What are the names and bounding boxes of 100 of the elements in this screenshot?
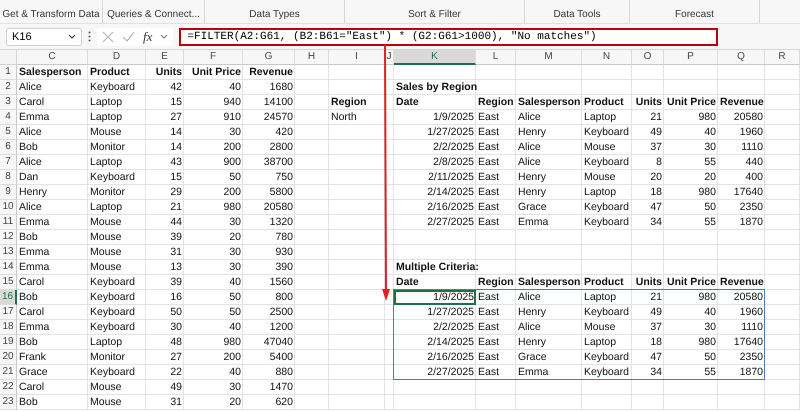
table-cell-text: Henry [18, 185, 48, 200]
table-cell-text: 47040 [262, 335, 294, 350]
table-cell-text: Mouse [89, 380, 123, 395]
column-header[interactable]: D [88, 50, 146, 65]
row-header[interactable]: 23 [0, 395, 17, 410]
table-cell-text: Alice [517, 290, 542, 305]
column-header[interactable]: H [295, 50, 329, 65]
row-header[interactable]: 20 [0, 350, 17, 365]
row-header[interactable]: 4 [0, 110, 17, 125]
column-header[interactable]: I [329, 50, 385, 65]
table-cell-text: Dan [18, 170, 40, 185]
table-cell-text: East [477, 155, 500, 170]
column-header[interactable]: N [582, 50, 632, 65]
table-cell-text: 40 [228, 320, 242, 335]
table-cell-text: East [477, 140, 500, 155]
table-cell-text: 44 [169, 215, 183, 230]
row-header[interactable]: 17 [0, 305, 17, 320]
table-cell-text: Henry [517, 305, 548, 320]
header-cell-text: Salesperson [517, 275, 582, 290]
table-cell-text: Henry [517, 335, 548, 350]
table-cell-text: East [477, 110, 500, 125]
header-cell-text: Units [634, 275, 663, 290]
column-header[interactable]: P [664, 50, 718, 65]
row-header[interactable]: 2 [0, 80, 17, 95]
table-cell-text: 20580 [732, 110, 764, 125]
column-header[interactable]: M [516, 50, 582, 65]
row-header[interactable]: 16 [0, 290, 17, 305]
table-cell-text: Keyboard [89, 170, 136, 185]
row-header[interactable]: 6 [0, 140, 17, 155]
table-cell-text: Grace [517, 350, 548, 365]
table-cell-text: 17640 [732, 185, 764, 200]
row-header[interactable]: 15 [0, 275, 17, 290]
criteria-label: Region [330, 95, 368, 110]
row-header[interactable]: 21 [0, 365, 17, 380]
table-cell-text: 24570 [262, 110, 294, 125]
row-header[interactable]: 12 [0, 230, 17, 245]
column-header[interactable]: K [394, 50, 476, 65]
column-header[interactable]: O [632, 50, 664, 65]
table-cell-text: Keyboard [89, 305, 136, 320]
table-cell-text: 2/27/2025 [426, 365, 475, 380]
row-header[interactable]: 19 [0, 335, 17, 350]
table-cell-text: 14 [169, 140, 183, 155]
header-cell-text: Revenue [719, 95, 765, 110]
table-cell-text: 780 [274, 230, 294, 245]
table-cell-text: 1110 [740, 320, 764, 335]
row-header[interactable]: 22 [0, 380, 17, 395]
row-header[interactable]: 13 [0, 245, 17, 260]
table-cell-text: 200 [222, 350, 242, 365]
more-icon[interactable] [88, 31, 91, 42]
row-header[interactable]: 18 [0, 320, 17, 335]
table-cell-text: 38700 [262, 155, 294, 170]
column-header[interactable]: F [184, 50, 243, 65]
table-cell-text: 27 [169, 350, 183, 365]
insert-function-button[interactable]: fx [143, 28, 152, 44]
column-header[interactable]: Q [718, 50, 765, 65]
table-cell-text: 30 [703, 320, 717, 335]
column-header[interactable]: R [765, 50, 800, 65]
ribbon-group-label: Sort & Filter [408, 9, 461, 20]
ribbon-group-label: Data Types [249, 9, 300, 20]
table-cell-text: Carol [18, 305, 46, 320]
row-header[interactable]: 10 [0, 200, 17, 215]
select-all-corner[interactable] [0, 50, 17, 65]
table-cell-text: 2/16/2025 [426, 200, 475, 215]
row-header[interactable]: 8 [0, 170, 17, 185]
cancel-icon[interactable] [102, 30, 114, 42]
table-cell-text: Alice [517, 155, 542, 170]
table-cell-text: 1870 [738, 365, 764, 380]
table-cell-text: 1870 [738, 215, 764, 230]
column-header[interactable]: E [146, 50, 184, 65]
table-cell-text: Keyboard [583, 125, 630, 140]
table-cell-text: 14 [169, 125, 183, 140]
table-cell-text: East [477, 350, 500, 365]
table-cell-text: Laptop [89, 110, 124, 125]
table-cell-text: 20580 [732, 290, 764, 305]
formula-field[interactable]: =FILTER(A2:G61, (B2:B61="East") * (G2:G61>1000), "No matches") [179, 28, 718, 46]
row-header[interactable]: 14 [0, 260, 17, 275]
row-header[interactable]: 11 [0, 215, 17, 230]
row-header[interactable]: 1 [0, 65, 17, 80]
table-cell-text: East [477, 320, 500, 335]
section-title: Multiple Criteria: [395, 260, 480, 275]
header-cell-text: Unit Price [666, 95, 717, 110]
table-cell-text: 1200 [268, 320, 294, 335]
table-cell-text: 18 [649, 335, 663, 350]
column-header[interactable]: C [17, 50, 88, 65]
table-cell-text: 30 [228, 215, 242, 230]
name-box[interactable]: K16 [6, 28, 82, 46]
row-header[interactable]: 7 [0, 155, 17, 170]
row-header[interactable]: 3 [0, 95, 17, 110]
table-cell-text: Frank [18, 350, 47, 365]
table-cell-text: Keyboard [583, 215, 630, 230]
enter-icon[interactable] [122, 31, 135, 42]
table-cell-text: Laptop [89, 155, 124, 170]
row-header[interactable]: 9 [0, 185, 17, 200]
ribbon-group-label: Data Tools [553, 9, 601, 20]
table-cell-text: 880 [274, 365, 294, 380]
column-header[interactable]: L [476, 50, 516, 65]
row-header[interactable]: 5 [0, 125, 17, 140]
table-cell-text: 980 [697, 185, 717, 200]
column-header[interactable]: G [243, 50, 295, 65]
header-cell-text: Salesperson [18, 65, 82, 80]
